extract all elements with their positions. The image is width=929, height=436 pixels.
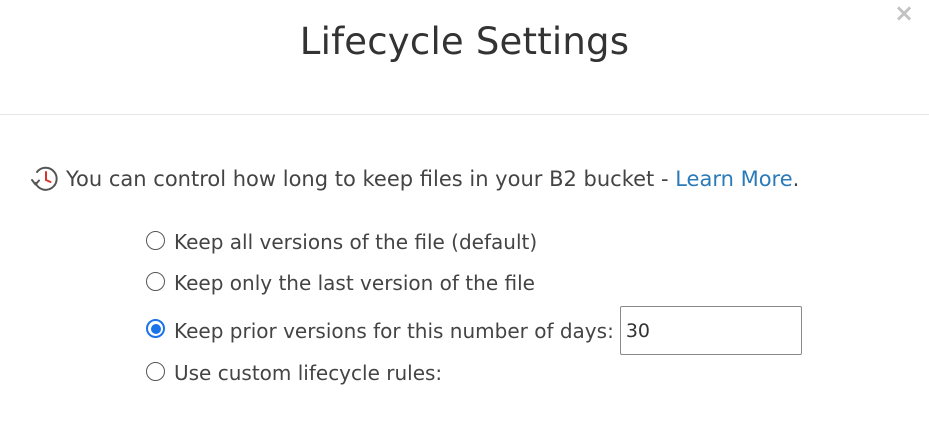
info-text: You can control how long to keep files i… — [66, 167, 676, 191]
option-keep-all-versions[interactable]: Keep all versions of the file (default) — [146, 230, 537, 254]
radio-keep-last-version[interactable] — [146, 271, 165, 291]
option-label: Keep prior versions for this number of d… — [174, 318, 614, 343]
radio-keep-all-versions[interactable] — [146, 230, 165, 250]
option-label: Keep all versions of the file (default) — [174, 230, 538, 254]
days-input[interactable] — [619, 306, 802, 355]
option-label: Keep only the last version of the file — [174, 271, 535, 295]
radio-custom-rules[interactable] — [146, 361, 165, 381]
close-button[interactable]: × — [893, 0, 915, 26]
learn-more-link[interactable]: Learn More — [675, 167, 792, 191]
info-trailing-period: . — [792, 167, 800, 191]
lifecycle-settings-dialog: × Lifecycle Settings You can control how… — [0, 0, 929, 436]
radio-keep-prior-days[interactable] — [146, 319, 165, 338]
option-keep-prior-days[interactable]: Keep prior versions for this number of d… — [146, 306, 802, 355]
dialog-title: Lifecycle Settings — [299, 20, 630, 63]
option-label: Use custom lifecycle rules: — [174, 361, 443, 385]
dialog-header: Lifecycle Settings — [0, 0, 929, 115]
history-clock-icon — [28, 163, 62, 195]
option-custom-rules[interactable]: Use custom lifecycle rules: — [146, 361, 442, 385]
option-keep-last-version[interactable]: Keep only the last version of the file — [146, 271, 535, 295]
info-line: You can control how long to keep files i… — [28, 163, 799, 195]
